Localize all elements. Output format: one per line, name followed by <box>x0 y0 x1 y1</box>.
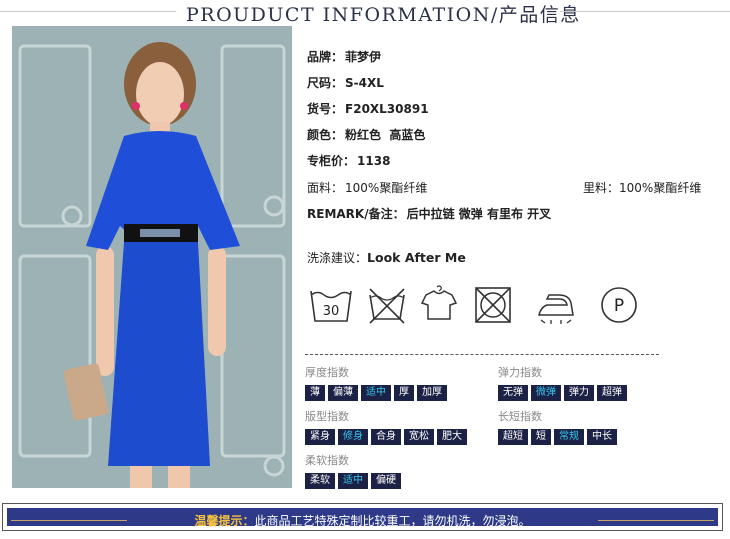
softness-option-0: 柔软 <box>305 473 335 489</box>
length-scale: 超短短常规 中长 <box>498 429 617 445</box>
wash-30-icon: 30 <box>310 290 352 322</box>
wash-value: Look After Me <box>367 250 466 265</box>
elasticity-scale: 无弹 微弹 弹力 超弹 <box>498 385 627 401</box>
no-bleach-icon <box>369 288 405 324</box>
item-no-value: F20XL30891 <box>345 102 429 116</box>
thickness-option-3: 厚 <box>394 385 414 401</box>
length-label: 长短指数 <box>498 410 542 423</box>
header-rule-right <box>560 11 730 12</box>
softness-label: 柔软指数 <box>305 454 349 467</box>
thickness-option-1: 偏薄 <box>328 385 358 401</box>
lining-label: 里料： <box>583 181 620 195</box>
notice-banner: 温馨提示：此商品工艺特殊定制比较重工，请勿机洗，勿浸泡。 <box>2 503 723 531</box>
softness-option-1: 适中 <box>338 473 368 489</box>
size-value: S-4XL <box>345 76 384 90</box>
fit-option-0: 紧身 <box>305 429 335 445</box>
fit-option-4: 肥大 <box>437 429 467 445</box>
softness-scale: 柔软 适中 偏硬 <box>305 473 401 489</box>
elasticity-option-2: 弹力 <box>564 385 594 401</box>
fit-option-1: 修身 <box>338 429 368 445</box>
color-label: 颜色： <box>307 128 344 142</box>
notice-message: 此商品工艺特殊定制比较重工，请勿机洗，勿浸泡。 <box>254 514 531 528</box>
brand-value: 菲梦伊 <box>345 50 382 64</box>
lining-row: 里料：100%聚酯纤维 <box>583 179 701 196</box>
model-illustration <box>12 26 292 488</box>
remark-row: REMARK/备注： 后中拉链 微弹 有里布 开叉 <box>307 205 551 222</box>
page-title: PROUDUCT INFORMATION/产品信息 <box>186 4 581 26</box>
wash-row: 洗涤建议：Look After Me <box>307 249 466 266</box>
length-option-1: 短 <box>531 429 551 445</box>
dry-clean-letter: P <box>614 296 624 316</box>
thickness-option-4: 加厚 <box>417 385 447 401</box>
thickness-option-2: 适中 <box>361 385 391 401</box>
softness-option-2: 偏硬 <box>371 473 401 489</box>
no-tumble-dry-icon <box>475 287 511 323</box>
price-value: 1138 <box>357 154 391 168</box>
brand-row: 品牌： 菲梦伊 <box>307 48 381 65</box>
divider-dashed <box>305 354 659 355</box>
remark-label: REMARK/备注： <box>307 207 405 221</box>
fabric-row: 面料： 100%聚酯纤维 <box>307 179 427 196</box>
dry-clean-p-icon: P <box>601 287 637 323</box>
fit-option-2: 合身 <box>371 429 401 445</box>
item-no-label: 货号： <box>307 102 344 116</box>
fit-option-3: 宽松 <box>404 429 434 445</box>
elasticity-option-1: 微弹 <box>531 385 561 401</box>
thickness-label: 厚度指数 <box>305 366 349 379</box>
wash-temp-text: 30 <box>323 304 340 319</box>
header: PROUDUCT INFORMATION/产品信息 <box>0 0 730 26</box>
color-value: 粉红色 高蓝色 <box>345 128 426 142</box>
length-option-3: 中长 <box>587 429 617 445</box>
wash-label: 洗涤建议： <box>307 251 368 265</box>
size-label: 尺码： <box>307 76 344 90</box>
length-option-0: 超短 <box>498 429 528 445</box>
iron-icon <box>538 294 574 324</box>
notice-highlight: 温馨提示： <box>194 514 255 528</box>
price-row: 专柜价： 1138 <box>307 152 390 169</box>
lining-value: 100%聚酯纤维 <box>619 181 702 195</box>
product-photo <box>12 26 292 488</box>
elasticity-label: 弹力指数 <box>498 366 542 379</box>
notice-bar: 温馨提示：此商品工艺特殊定制比较重工，请勿机洗，勿浸泡。 <box>7 508 718 529</box>
fabric-value: 100%聚酯纤维 <box>345 181 428 195</box>
price-label: 专柜价： <box>307 154 356 168</box>
remark-value: 后中拉链 微弹 有里布 开叉 <box>406 207 552 221</box>
fit-scale: 紧身 修身 合身 宽松 肥大 <box>305 429 467 445</box>
hang-dry-icon <box>420 285 458 320</box>
brand-label: 品牌： <box>307 50 344 64</box>
fit-label: 版型指数 <box>305 410 349 423</box>
notice-text: 温馨提示：此商品工艺特殊定制比较重工，请勿机洗，勿浸泡。 <box>7 512 718 529</box>
header-rule-left <box>0 11 176 12</box>
elasticity-option-3: 超弹 <box>597 385 627 401</box>
thickness-option-0: 薄 <box>305 385 325 401</box>
elasticity-option-0: 无弹 <box>498 385 528 401</box>
color-row: 颜色： 粉红色 高蓝色 <box>307 126 425 143</box>
fabric-label: 面料： <box>307 181 344 195</box>
item-no-row: 货号： F20XL30891 <box>307 100 429 117</box>
size-row: 尺码： S-4XL <box>307 74 384 91</box>
length-option-2: 常规 <box>554 429 584 445</box>
thickness-scale: 薄偏薄 适中厚加厚 <box>305 385 447 401</box>
